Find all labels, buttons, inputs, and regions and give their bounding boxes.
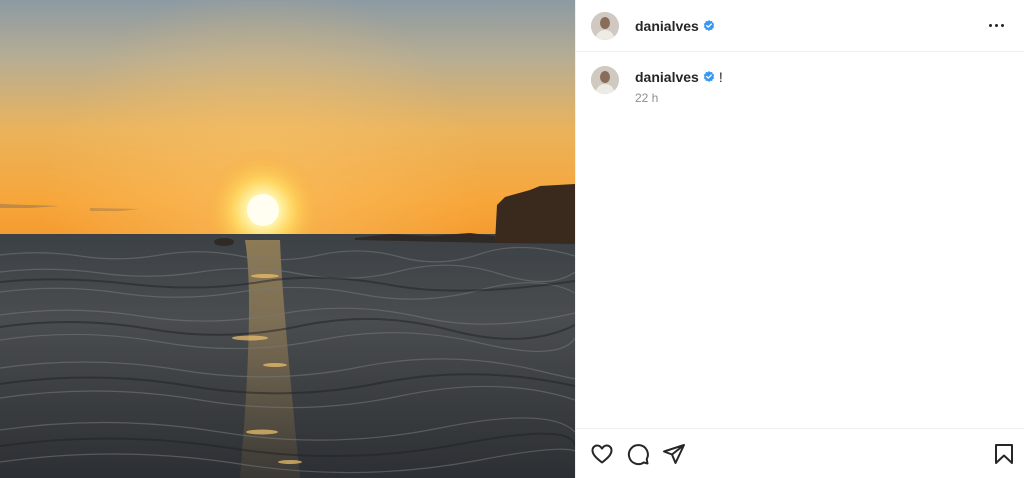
post-caption: danialves ! 22 h <box>576 52 1024 105</box>
caption-text: ! <box>718 69 723 85</box>
more-options-icon[interactable] <box>985 20 1008 31</box>
caption-username[interactable]: danialves <box>635 69 699 85</box>
caption-body: danialves ! 22 h <box>635 66 723 105</box>
share-icon[interactable] <box>662 442 686 466</box>
avatar-image <box>591 66 619 94</box>
avatar-image <box>591 11 619 40</box>
comment-icon[interactable] <box>626 442 650 466</box>
verified-badge-icon <box>703 19 715 31</box>
caption-avatar[interactable] <box>591 66 619 94</box>
heart-icon[interactable] <box>590 442 614 466</box>
instagram-post: danialves danialves ! 22 h <box>0 0 1024 478</box>
post-image[interactable] <box>0 0 575 478</box>
more-dot <box>995 24 998 27</box>
more-dot <box>989 24 992 27</box>
author-username[interactable]: danialves <box>635 18 699 34</box>
verified-badge-icon <box>703 71 715 82</box>
sunset-photo <box>0 0 575 478</box>
post-header: danialves <box>576 0 1024 52</box>
caption-line: danialves ! <box>635 68 723 86</box>
post-side-panel: danialves danialves ! 22 h <box>575 0 1024 478</box>
author-avatar[interactable] <box>591 11 619 40</box>
post-timestamp[interactable]: 22 h <box>635 91 723 105</box>
action-bar <box>576 428 1024 478</box>
more-dot <box>1001 24 1004 27</box>
bookmark-icon[interactable] <box>992 442 1016 466</box>
